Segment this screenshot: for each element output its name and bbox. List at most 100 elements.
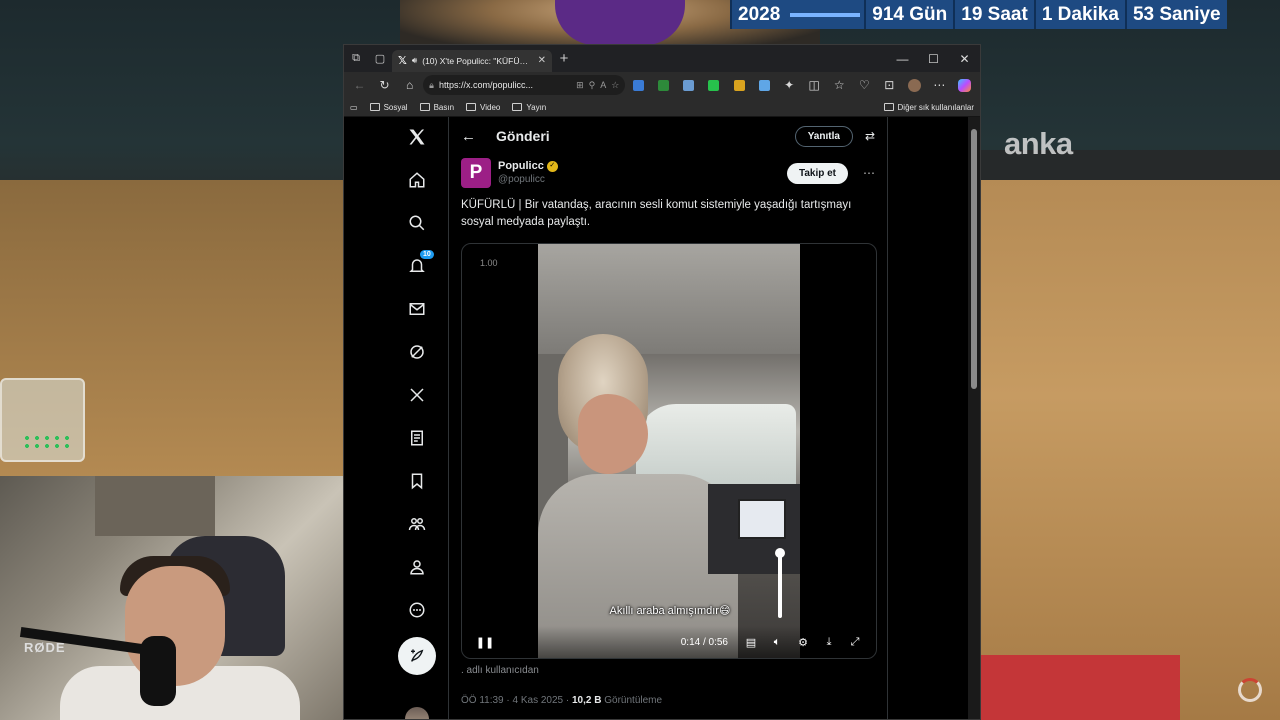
extension-3-icon[interactable] <box>677 74 700 96</box>
view-count: 10,2 B <box>572 695 602 706</box>
author-handle[interactable]: @populicc <box>498 174 780 187</box>
mic-brand-label: RØDE <box>24 640 66 655</box>
x-home-logo-icon[interactable] <box>392 119 442 155</box>
explore-search-icon[interactable] <box>392 205 442 241</box>
author-name-row[interactable]: Populicc ✓ <box>498 160 780 174</box>
verified-badge-icon: ✓ <box>546 161 558 173</box>
home-icon[interactable]: ⌂ <box>398 74 421 96</box>
video-attribution[interactable]: . adlı kullanıcıdan <box>461 665 539 676</box>
author-names: Populicc ✓ @populicc <box>498 160 780 186</box>
volume-slider-knob[interactable] <box>775 548 785 558</box>
favorites-icon[interactable]: ☆ <box>828 74 851 96</box>
more-options-icon[interactable] <box>392 592 442 628</box>
settings-gear-icon[interactable]: ⚙ <box>790 636 816 649</box>
page-scrollbar[interactable] <box>968 117 980 719</box>
bookmark-folder-video[interactable]: Video <box>466 103 500 112</box>
tab-close-icon[interactable]: ✕ <box>538 55 546 66</box>
bookmark-label: Basın <box>433 102 455 112</box>
address-bar[interactable]: 🔒︎ https://x.com/populicc... ⊞ ⚲ A ☆ <box>423 75 626 95</box>
back-icon[interactable]: ← <box>348 74 371 96</box>
maximize-button[interactable]: ☐ <box>918 52 949 66</box>
folder-icon <box>883 103 894 111</box>
filter-settings-icon[interactable]: ⇄ <box>865 129 875 143</box>
tweet-text: KÜFÜRLÜ | Bir vatandaş, aracının sesli k… <box>461 199 852 228</box>
extension-1-icon[interactable] <box>627 74 650 96</box>
dock-video-icon[interactable]: ⤓ <box>816 636 842 649</box>
read-aloud-icon[interactable]: A <box>600 80 606 90</box>
minimize-button[interactable]: — <box>887 52 918 66</box>
candy <box>22 434 72 450</box>
home-icon[interactable] <box>392 162 442 198</box>
webcam-wall-photos <box>95 476 215 536</box>
extension-5-icon[interactable] <box>727 74 750 96</box>
counter-year: 2028 <box>730 0 786 29</box>
zoom-icon[interactable]: ⚲ <box>589 80 596 91</box>
captions-icon[interactable]: ▤ <box>738 636 764 649</box>
account-avatar[interactable] <box>405 707 429 719</box>
profile-avatar[interactable] <box>903 74 926 96</box>
page-title: Gönderi <box>496 128 550 144</box>
address-toolbar: ← ↻ ⌂ 🔒︎ https://x.com/populicc... ⊞ ⚲ A… <box>344 72 980 98</box>
fullscreen-icon[interactable]: ⤢ <box>842 636 868 649</box>
notifications-bell-icon[interactable]: 10 <box>392 248 442 284</box>
profile-icon[interactable] <box>392 549 442 585</box>
views-label: Görüntüleme <box>601 695 663 706</box>
site-info-icon[interactable]: 🔒︎ <box>429 80 434 91</box>
volume-slider[interactable] <box>778 552 782 618</box>
extension-4-icon[interactable] <box>702 74 725 96</box>
video-player[interactable]: 1.00 Akıllı araba almışımdır😄 ❚❚ 0:14 / … <box>461 243 877 659</box>
back-arrow-icon[interactable]: ← <box>461 128 476 145</box>
window-controls: — ☐ ✕ <box>887 52 980 66</box>
follow-button[interactable]: Takip et <box>786 162 848 184</box>
split-screen-icon[interactable]: ◫ <box>803 74 826 96</box>
bookmark-folder-sosyal[interactable]: Sosyal <box>369 103 408 112</box>
car-windshield <box>636 404 796 484</box>
streamer-webcam <box>0 476 345 720</box>
counter-progress-decoration <box>790 12 861 17</box>
audio-playing-icon[interactable]: 🔊︎ <box>412 55 417 66</box>
grok-icon[interactable] <box>392 334 442 370</box>
corner-logo-icon <box>1238 678 1262 702</box>
extension-2-icon[interactable] <box>652 74 675 96</box>
copilot-icon[interactable] <box>953 74 976 96</box>
extension-6-icon[interactable] <box>753 74 776 96</box>
workspaces-icon[interactable]: ⧉ <box>344 45 368 72</box>
scrollbar-thumb[interactable] <box>971 129 977 389</box>
car-screen <box>738 499 786 539</box>
playback-rate: 1.00 <box>480 258 498 268</box>
author-avatar[interactable]: P <box>461 158 491 188</box>
messages-mail-icon[interactable] <box>392 291 442 327</box>
browser-essentials-icon[interactable]: ♡ <box>853 74 876 96</box>
author-name: Populicc <box>498 159 544 172</box>
tab-search-icon[interactable]: ▭ <box>350 103 358 112</box>
counter-hours: 19 Saat <box>953 0 1034 29</box>
close-window-button[interactable]: ✕ <box>949 52 980 66</box>
collections-icon[interactable]: ⊡ <box>878 74 901 96</box>
video-time: 0:14 / 0:56 <box>680 636 728 648</box>
extensions-puzzle-icon[interactable]: ✦ <box>778 74 801 96</box>
premium-x-icon[interactable] <box>392 377 442 413</box>
post-more-icon[interactable]: ⋯ <box>863 166 875 180</box>
favorite-star-icon[interactable]: ☆ <box>611 80 619 91</box>
refresh-icon[interactable]: ↻ <box>373 74 396 96</box>
counter-seconds: 53 Saniye <box>1124 0 1227 29</box>
tab-actions-icon[interactable]: ▢ <box>368 45 392 72</box>
x-page: 10 ← Gönderi Yanıtla ⇄ P Populicc ✓ @pop… <box>344 117 970 719</box>
other-bookmarks[interactable]: Diğer sık kullanılanlar <box>883 103 974 112</box>
browser-titlebar: ⧉ ▢ 𝕏 🔊︎ (10) X'te Populicc: "KÜFÜRLÜ ✕ … <box>344 45 980 72</box>
volume-icon[interactable]: 🔈︎ <box>764 636 790 649</box>
post-timestamp[interactable]: ÖÖ 11:39 · 4 Kas 2025 · <box>461 695 572 706</box>
reply-button[interactable]: Yanıtla <box>794 125 853 147</box>
post-column: ← Gönderi Yanıtla ⇄ P Populicc ✓ @populic… <box>448 117 888 719</box>
compose-post-button[interactable] <box>398 637 436 675</box>
app-available-icon[interactable]: ⊞ <box>576 80 584 91</box>
bookmark-folder-yayin[interactable]: Yayın <box>512 103 546 112</box>
new-tab-button[interactable]: + <box>552 50 576 67</box>
pause-icon[interactable]: ❚❚ <box>472 636 498 649</box>
communities-icon[interactable] <box>392 506 442 542</box>
more-menu-icon[interactable]: ⋯ <box>928 74 951 96</box>
browser-tab[interactable]: 𝕏 🔊︎ (10) X'te Populicc: "KÜFÜRLÜ ✕ <box>392 49 552 72</box>
bookmarks-icon[interactable] <box>392 463 442 499</box>
bookmark-folder-basin[interactable]: Basın <box>419 102 455 112</box>
lists-icon[interactable] <box>392 420 442 456</box>
